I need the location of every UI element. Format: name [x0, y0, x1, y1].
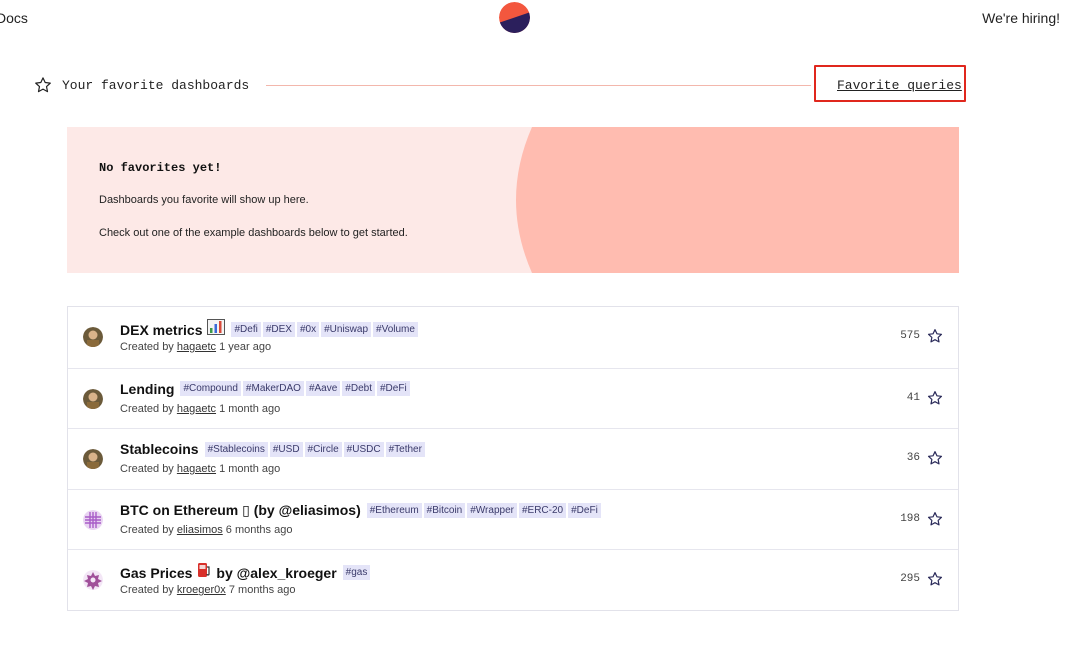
tag[interactable]: #Tether: [385, 441, 425, 457]
avatar[interactable]: [83, 388, 103, 409]
star-icon: [34, 76, 52, 99]
tag[interactable]: #Bitcoin: [423, 502, 466, 518]
created-by: Created by eliasimos 6 months ago: [120, 523, 293, 536]
star-count: 295: [900, 573, 920, 586]
divider: [266, 85, 811, 86]
avatar[interactable]: [83, 509, 103, 530]
created-by: Created by hagaetc 1 month ago: [120, 402, 281, 415]
dashboard-title[interactable]: Lending: [120, 381, 174, 397]
dashboard-list: DEX metrics #Defi #DEX #0x #Uniswap #Vol…: [67, 306, 959, 611]
star-icon[interactable]: [927, 328, 943, 349]
empty-favorites-panel: No favorites yet! Dashboards you favorit…: [67, 127, 959, 273]
dune-logo-icon[interactable]: [499, 2, 530, 33]
tag[interactable]: #Stablecoins: [204, 441, 268, 457]
star-icon[interactable]: [927, 571, 943, 592]
tag[interactable]: #Uniswap: [321, 322, 372, 337]
empty-title: No favorites yet!: [99, 161, 222, 175]
author-link[interactable]: hagaetc: [177, 463, 216, 475]
tag[interactable]: #Wrapper: [467, 502, 517, 518]
tag[interactable]: #Volume: [373, 322, 418, 337]
star-count: 575: [900, 330, 920, 342]
tag[interactable]: #gas: [342, 565, 371, 581]
favorites-title: Your favorite dashboards: [62, 78, 250, 93]
dashboard-row[interactable]: DEX metrics #Defi #DEX #0x #Uniswap #Vol…: [68, 307, 958, 368]
avatar[interactable]: [83, 570, 103, 591]
fuel-pump-emoji-icon: [197, 562, 211, 583]
dashboard-row[interactable]: BTC on Ethereum ▯ (by @eliasimos) #Ether…: [68, 488, 958, 550]
dashboard-row[interactable]: Gas Prices by @alex_kroeger #gas Created…: [68, 549, 958, 610]
dashboard-row[interactable]: Stablecoins #Stablecoins #USD #Circle #U…: [68, 428, 958, 489]
tag[interactable]: #MakerDAO: [242, 381, 304, 397]
dashboard-title[interactable]: Stablecoins: [120, 441, 199, 457]
created-by: Created by kroeger0x 7 months ago: [120, 584, 296, 597]
decorative-blob: [516, 127, 959, 273]
tag[interactable]: #USDC: [343, 441, 384, 457]
tag[interactable]: #USD: [269, 441, 303, 457]
tag[interactable]: #Ethereum: [366, 502, 422, 518]
avatar[interactable]: [83, 449, 103, 470]
created-by: Created by hagaetc 1 month ago: [120, 463, 281, 476]
tag[interactable]: #Debt: [342, 381, 375, 397]
star-icon[interactable]: [927, 511, 943, 532]
author-link[interactable]: hagaetc: [177, 341, 216, 353]
tag[interactable]: #DeFi: [568, 502, 601, 518]
tag[interactable]: #Defi: [231, 322, 261, 337]
author-link[interactable]: kroeger0x: [177, 584, 226, 596]
created-by: Created by hagaetc 1 year ago: [120, 341, 272, 353]
favorite-queries-link[interactable]: Favorite queries: [837, 78, 962, 93]
tag[interactable]: #ERC-20: [518, 502, 567, 518]
tag[interactable]: #DEX: [262, 322, 295, 337]
star-icon[interactable]: [927, 450, 943, 471]
star-count: 198: [900, 512, 920, 525]
dashboard-title[interactable]: DEX metrics: [120, 322, 202, 338]
tag[interactable]: #Circle: [304, 441, 342, 457]
tag[interactable]: #Aave: [305, 381, 341, 397]
author-link[interactable]: hagaetc: [177, 403, 216, 415]
empty-text: Dashboards you favorite will show up her…: [99, 194, 309, 206]
docs-link[interactable]: Docs: [0, 10, 28, 26]
tag[interactable]: #DeFi: [376, 381, 410, 397]
dashboard-title-suffix[interactable]: by @alex_kroeger: [216, 565, 336, 581]
star-count: 41: [906, 391, 920, 404]
favorites-header: Your favorite dashboards Favorite querie…: [34, 65, 970, 102]
hiring-link[interactable]: We're hiring!: [982, 10, 1060, 26]
star-icon[interactable]: [927, 390, 943, 411]
dashboard-title[interactable]: Gas Prices: [120, 565, 192, 581]
star-count: 36: [906, 452, 920, 465]
tag[interactable]: #Compound: [180, 381, 241, 397]
tag[interactable]: #0x: [296, 322, 320, 337]
dashboard-title[interactable]: BTC on Ethereum ▯ (by @eliasimos): [120, 502, 361, 519]
chart-emoji-icon: [207, 319, 226, 340]
empty-text: Check out one of the example dashboards …: [99, 227, 408, 239]
author-link[interactable]: eliasimos: [177, 524, 223, 536]
dashboard-row[interactable]: Lending #Compound #MakerDAO #Aave #Debt …: [68, 367, 958, 429]
avatar[interactable]: [83, 327, 103, 347]
